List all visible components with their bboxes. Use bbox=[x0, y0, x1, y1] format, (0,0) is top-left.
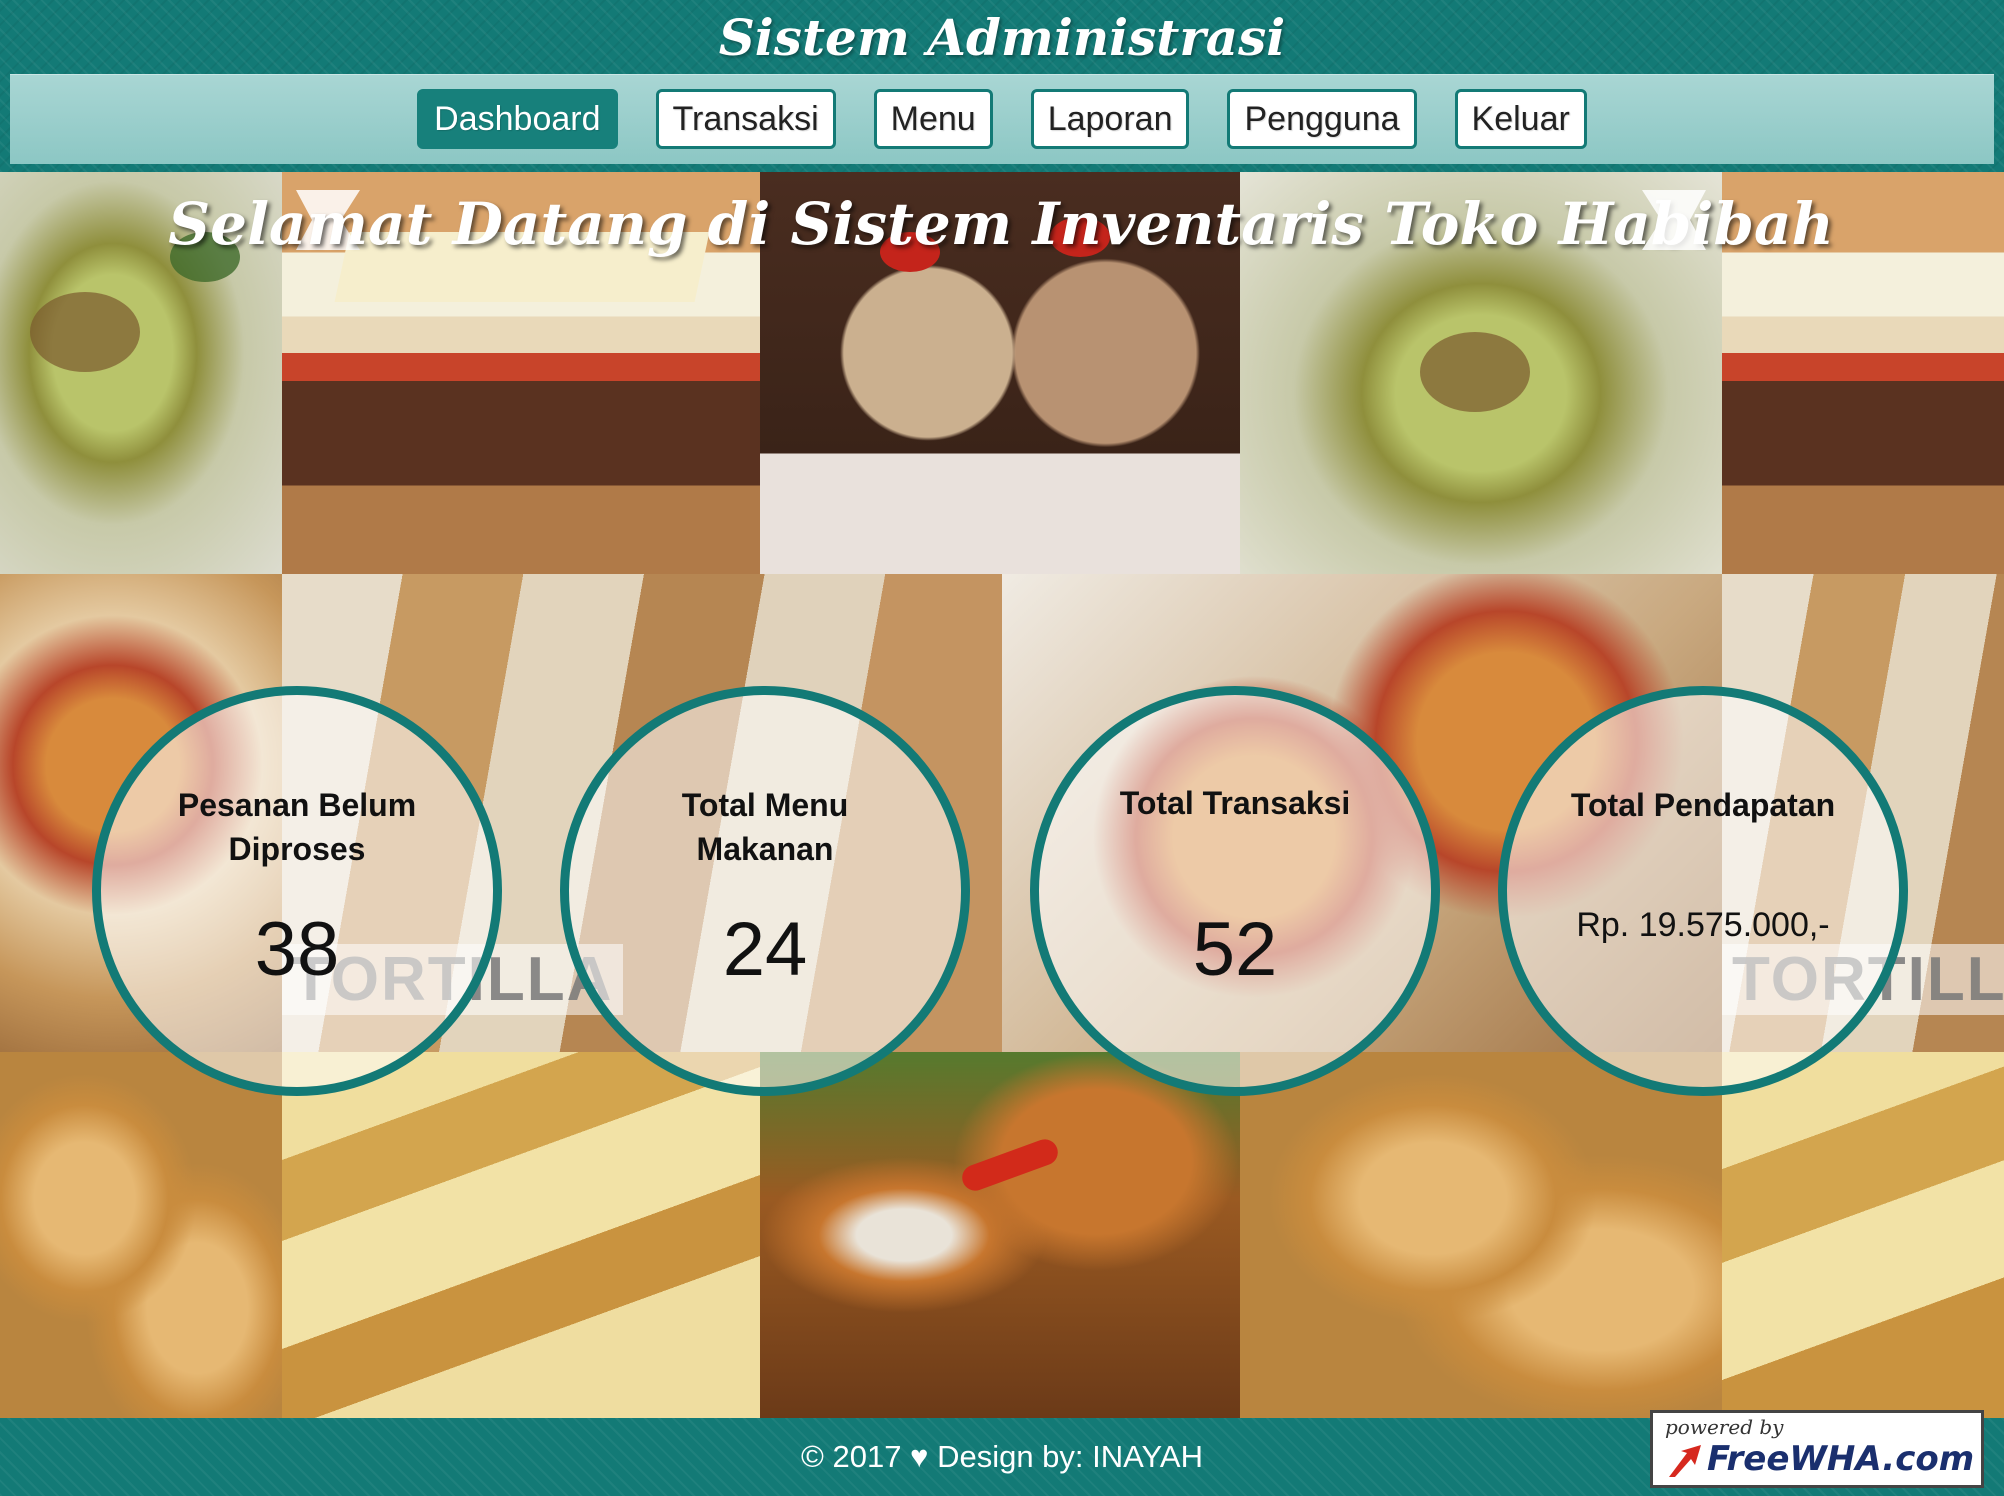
app-title: Sistem Administrasi bbox=[718, 8, 1286, 67]
stat-total-revenue: Total Pendapatan Rp. 19.575.000,- bbox=[1498, 686, 1908, 1096]
nav-bar: Dashboard Transaksi Menu Laporan Penggun… bbox=[10, 74, 1994, 164]
header: Sistem Administrasi Dashboard Transaksi … bbox=[0, 0, 2004, 172]
stat-label: Total Pendapatan bbox=[1570, 787, 1836, 823]
stat-label: Total Menu Makanan bbox=[681, 787, 849, 867]
stat-pending-orders: Pesanan Belum Diproses 38 bbox=[92, 686, 502, 1096]
fried-snack-photo bbox=[0, 1052, 282, 1418]
welcome-banner: Selamat Datang di Sistem Inventaris Toko… bbox=[168, 184, 1834, 264]
nav-transaksi-button[interactable]: Transaksi bbox=[655, 89, 836, 149]
tortilla-wrap-photo bbox=[1722, 1052, 2004, 1418]
powered-by-badge[interactable]: powered by FreeWHA.com bbox=[1650, 1410, 1984, 1488]
nav-menu-button[interactable]: Menu bbox=[873, 89, 993, 149]
stat-value: 38 bbox=[254, 907, 340, 992]
nav-pengguna-button[interactable]: Pengguna bbox=[1227, 89, 1417, 149]
nav-dashboard-button[interactable]: Dashboard bbox=[417, 89, 618, 149]
risoles-photo bbox=[760, 1052, 1240, 1418]
fried-snack-photo bbox=[1240, 1052, 1722, 1418]
stat-total-transactions: Total Transaksi 52 bbox=[1030, 686, 1440, 1096]
tortilla-wrap-photo bbox=[282, 1052, 760, 1418]
powered-by-label: powered by bbox=[1665, 1415, 1784, 1439]
powered-by-brand: FreeWHA.com bbox=[1707, 1439, 1975, 1479]
nav-laporan-button[interactable]: Laporan bbox=[1030, 89, 1190, 149]
stat-label: Total Transaksi bbox=[1119, 785, 1351, 821]
welcome-text: Selamat Datang di Sistem Inventaris Toko… bbox=[168, 190, 1834, 258]
nav-keluar-button[interactable]: Keluar bbox=[1454, 89, 1587, 149]
stat-value: 24 bbox=[722, 907, 808, 992]
stat-total-menu: Total Menu Makanan 24 bbox=[560, 686, 970, 1096]
stat-value: 52 bbox=[1192, 907, 1278, 992]
stat-label: Pesanan Belum Diproses bbox=[177, 787, 417, 867]
stat-value: Rp. 19.575.000,- bbox=[1576, 906, 1830, 944]
arrow-logo-icon bbox=[1669, 1445, 1701, 1477]
